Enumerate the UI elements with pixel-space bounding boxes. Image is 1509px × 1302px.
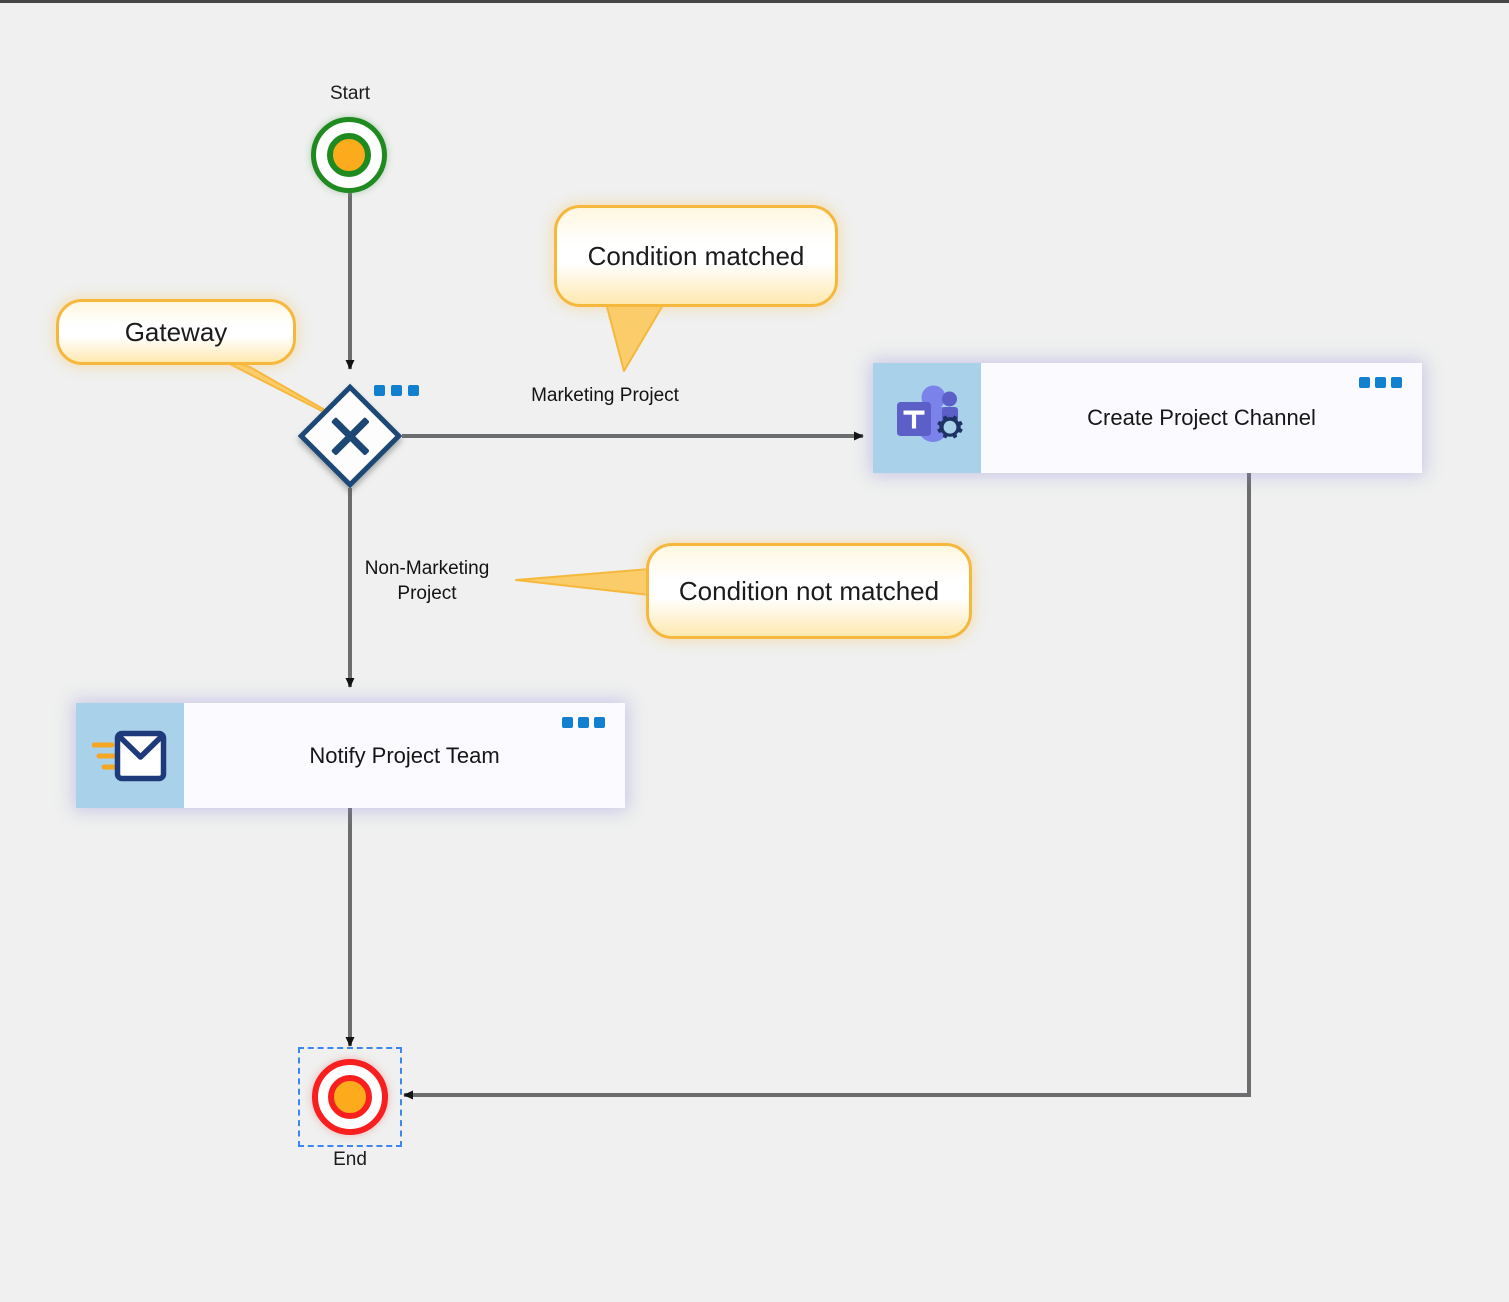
condition-not-matched-callout-tail: [515, 568, 651, 596]
task-icon-panel: [76, 703, 184, 808]
condition-matched-callout: Condition matched: [554, 205, 838, 307]
end-event-inner: [328, 1075, 372, 1119]
task-kebab-menu-icon[interactable]: [562, 717, 605, 728]
gateway-callout-text: Gateway: [124, 316, 228, 347]
start-event-inner: [327, 133, 371, 177]
task-label: Create Project Channel: [1087, 405, 1316, 430]
microsoft-teams-icon: [897, 385, 963, 442]
kebab-dot-3: [1391, 377, 1402, 388]
kebab-dot-1: [374, 385, 385, 396]
gateway-kebab-menu-icon[interactable]: [374, 385, 419, 396]
edge-label-non-marketing-project: Non-Marketing Project: [364, 558, 490, 604]
condition-not-matched-callout: Condition not matched: [646, 543, 972, 639]
task-icon-panel: [873, 363, 981, 473]
end-event-icon[interactable]: [312, 1059, 388, 1135]
kebab-dot-3: [594, 717, 605, 728]
condition-matched-callout-text: Condition matched: [587, 240, 805, 271]
condition-matched-callout-tail: [605, 302, 664, 372]
task-body: Create Project Channel: [981, 363, 1422, 473]
connector-layer: [217, 193, 1251, 1100]
exclusive-gateway-icon[interactable]: [297, 383, 403, 489]
condition-not-matched-callout-text: Condition not matched: [678, 575, 940, 606]
gateway-callout: Gateway: [56, 299, 296, 365]
kebab-dot-2: [391, 385, 402, 396]
kebab-dot-2: [578, 717, 589, 728]
kebab-dot-1: [1359, 377, 1370, 388]
workflow-canvas[interactable]: Start Gateway Condition matched Conditio…: [0, 0, 1509, 1302]
task-notify-project-team[interactable]: Notify Project Team: [76, 703, 625, 808]
edge-label-marketing-project: Marketing Project: [531, 385, 679, 406]
task-body: Notify Project Team: [184, 703, 625, 808]
email-envelope-icon: [92, 730, 167, 781]
start-event-icon[interactable]: [311, 117, 387, 193]
start-node-caption: Start: [329, 83, 371, 104]
task-label: Notify Project Team: [309, 742, 500, 768]
kebab-dot-2: [1375, 377, 1386, 388]
task-create-project-channel[interactable]: Create Project Channel: [873, 363, 1422, 473]
task-kebab-menu-icon[interactable]: [1359, 377, 1402, 388]
kebab-dot-3: [408, 385, 419, 396]
kebab-dot-1: [562, 717, 573, 728]
end-node-caption: End: [333, 1149, 367, 1170]
